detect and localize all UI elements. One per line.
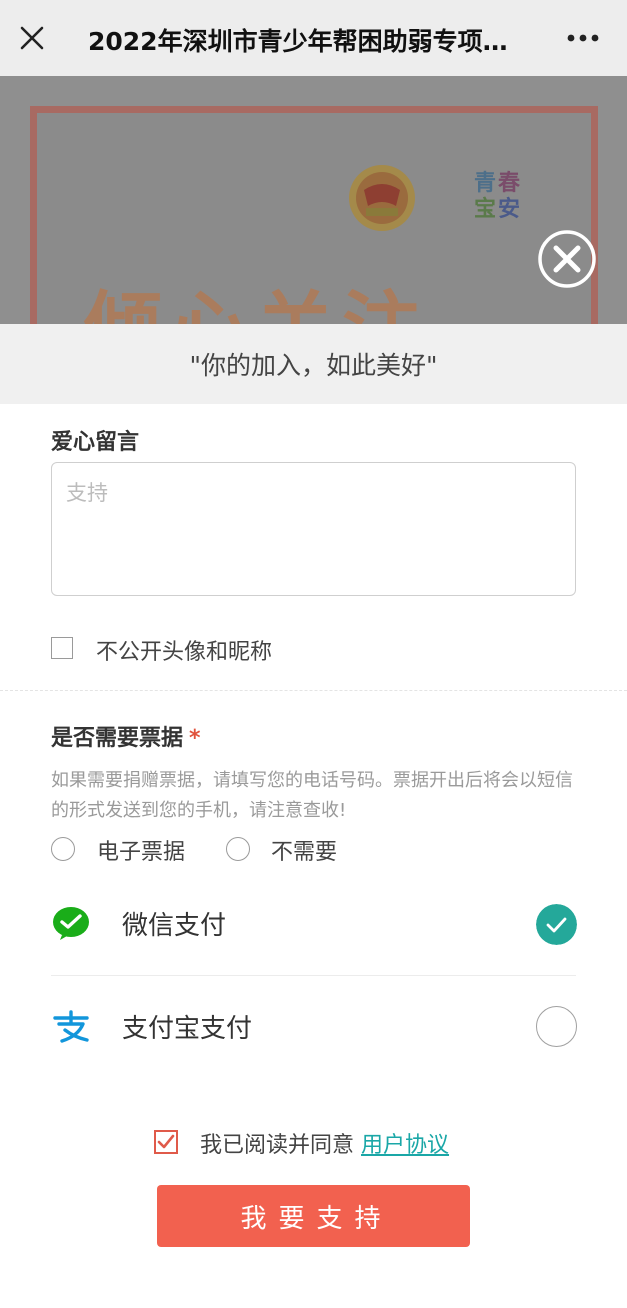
close-icon[interactable]: [18, 24, 46, 52]
page-title: 2022年深圳市青少年帮困助弱专项…: [88, 27, 508, 56]
agreement-text: 我已阅读并同意 用户协议: [200, 1127, 449, 1159]
youth-league-emblem-icon: [349, 165, 415, 231]
message-textarea[interactable]: [51, 462, 576, 596]
invoice-electronic-radio[interactable]: [51, 837, 75, 861]
invoice-label-text: 是否需要票据: [51, 726, 184, 751]
invoice-label: 是否需要票据 *: [51, 720, 201, 752]
section-divider: [0, 690, 627, 691]
support-submit-button[interactable]: 我要支持: [157, 1185, 470, 1247]
close-popup-icon[interactable]: [537, 229, 597, 289]
invoice-none-radio[interactable]: [226, 837, 250, 861]
message-label: 爱心留言: [51, 430, 140, 455]
svg-text:青: 青: [474, 171, 496, 196]
payment-divider: [51, 975, 576, 976]
top-navigation-bar: 2022年深圳市青少年帮困助弱专项…: [0, 0, 627, 76]
campaign-banner: 青 春 宝 安 倾心关注: [0, 76, 627, 324]
alipay-radio[interactable]: [536, 1006, 577, 1047]
svg-text:春: 春: [498, 171, 520, 196]
invoice-none-label: 不需要: [271, 840, 338, 865]
invoice-hint: 如果需要捐赠票据，请填写您的电话号码。票据开出后将会以短信的形式发送到您的手机，…: [51, 770, 573, 821]
invoice-electronic-label: 电子票据: [97, 840, 186, 865]
wechat-pay-icon: [53, 907, 89, 940]
more-options-icon[interactable]: [566, 33, 600, 43]
agreement-checkbox[interactable]: [154, 1130, 178, 1154]
alipay-icon: [53, 1010, 89, 1043]
wechat-pay-selected-icon[interactable]: [536, 904, 577, 945]
required-mark: *: [189, 726, 201, 751]
agreement-prefix: 我已阅读并同意: [200, 1133, 355, 1158]
quote-banner: "你的加入，如此美好": [0, 324, 627, 404]
anonymous-label: 不公开头像和昵称: [96, 640, 273, 665]
wechat-pay-label: 微信支付: [122, 911, 227, 941]
banner-headline: 倾心关注: [84, 266, 428, 324]
svg-text:安: 安: [498, 196, 520, 222]
anonymous-checkbox[interactable]: [51, 637, 73, 659]
user-agreement-link[interactable]: 用户协议: [361, 1133, 449, 1158]
alipay-label: 支付宝支付: [122, 1014, 253, 1044]
qingchun-baoan-logo: 青 春 宝 安: [474, 171, 520, 222]
svg-text:宝: 宝: [474, 196, 496, 222]
